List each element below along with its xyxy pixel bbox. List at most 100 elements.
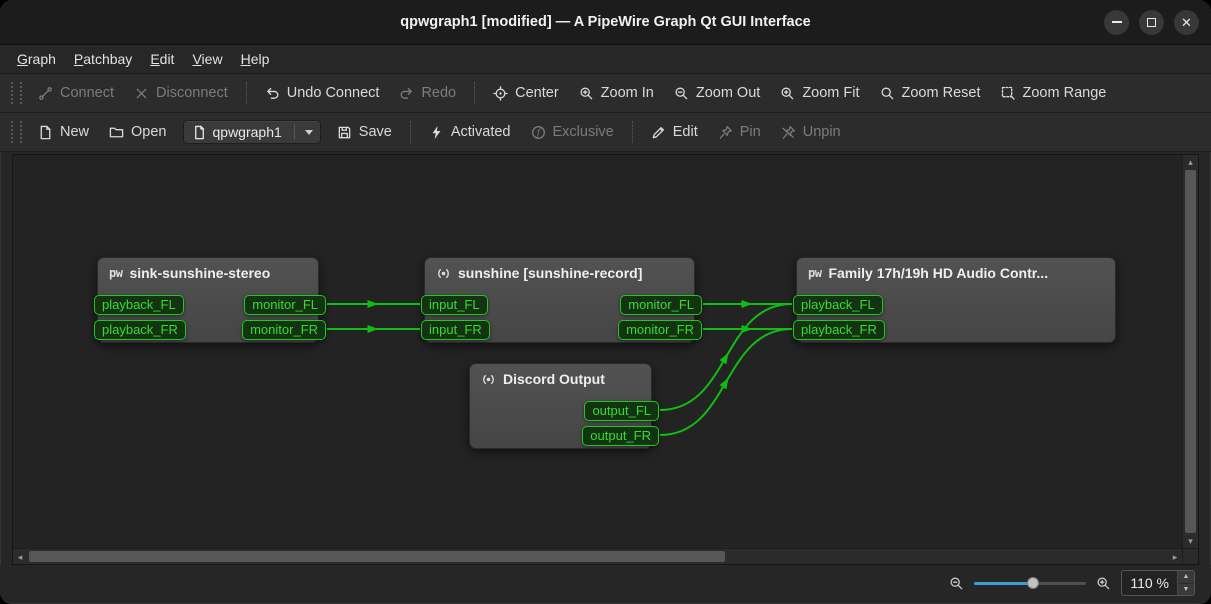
zoom-out-button[interactable]: Zoom Out xyxy=(665,80,769,106)
open-button[interactable]: Open xyxy=(100,119,175,145)
left-ports: playback_FL playback_FR xyxy=(94,295,186,340)
toolbar-button-label: Zoom Out xyxy=(696,85,760,101)
right-ports: monitor_FL monitor_FR xyxy=(618,295,702,340)
disconnect-button[interactable]: Disconnect xyxy=(125,80,237,106)
graph-canvas[interactable]: pwsink-sunshine-stereoplayback_FLplaybac… xyxy=(13,155,1182,548)
port-input_FL[interactable]: input_FL xyxy=(421,295,488,315)
toolbar-button-label: Exclusive xyxy=(553,124,614,140)
port-playback_FL[interactable]: playback_FL xyxy=(793,295,883,315)
port-playback_FL[interactable]: playback_FL xyxy=(94,295,184,315)
activated-button[interactable]: Activated xyxy=(420,119,520,145)
port-playback_FR[interactable]: playback_FR xyxy=(94,320,186,340)
toolbar-separator xyxy=(632,121,633,143)
node-title-bar[interactable]: pwFamily 17h/19h HD Audio Contr... xyxy=(797,258,1115,281)
menu-help[interactable]: Help xyxy=(232,47,279,71)
zoom-range-button[interactable]: Zoom Range xyxy=(992,80,1116,106)
zoom-value[interactable]: 110 % xyxy=(1122,571,1177,595)
vertical-scrollbar[interactable]: ▴ ▾ xyxy=(1182,155,1198,548)
toolbar-button-label: Redo xyxy=(421,85,456,101)
connection-arrow-icon xyxy=(368,325,379,333)
unpin-icon xyxy=(781,125,796,140)
node-sunshine[interactable]: sunshine [sunshine-record] input_FL input_… xyxy=(424,257,695,343)
redo-button[interactable]: Redo xyxy=(390,80,465,106)
node-family[interactable]: pwFamily 17h/19h HD Audio Contr... playba… xyxy=(796,257,1116,343)
scroll-up-button[interactable]: ▴ xyxy=(1188,155,1193,169)
menu-graph[interactable]: Graph xyxy=(8,47,65,71)
new-button[interactable]: New xyxy=(29,119,98,145)
connect-button[interactable]: Connect xyxy=(29,80,123,106)
horizontal-scrollbar-thumb[interactable] xyxy=(29,551,725,562)
left-ports: playback_FL playback_FR xyxy=(793,295,885,340)
zoom-reset-button[interactable]: Zoom Reset xyxy=(871,80,990,106)
zoom-out-small-button[interactable] xyxy=(949,576,964,591)
pin-icon xyxy=(718,125,733,140)
toolbar-handle[interactable] xyxy=(11,121,22,143)
vertical-scrollbar-thumb[interactable] xyxy=(1185,170,1196,533)
port-monitor_FL[interactable]: monitor_FL xyxy=(620,295,702,315)
toolbar-button-label: Zoom Fit xyxy=(802,85,859,101)
node-discord[interactable]: Discord Outputoutput_FLoutput_FR xyxy=(469,363,652,449)
close-button[interactable]: ✕ xyxy=(1174,10,1199,35)
scroll-right-button[interactable]: ▸ xyxy=(1168,550,1182,564)
patchbay-profile-value: qpwgraph1 xyxy=(213,124,282,140)
exclusive-button[interactable]: fExclusive xyxy=(522,119,623,145)
port-monitor_FR[interactable]: monitor_FR xyxy=(242,320,326,340)
scrollbar-corner xyxy=(1182,549,1198,564)
maximize-button[interactable] xyxy=(1139,10,1164,35)
zoom-out-icon xyxy=(674,86,689,101)
scroll-down-button[interactable]: ▾ xyxy=(1188,534,1193,548)
connection-arrow-icon xyxy=(742,300,753,308)
toolbar-patchbay: NewOpenqpwgraph1SaveActivatedfExclusiveE… xyxy=(0,113,1211,152)
save-icon xyxy=(337,125,352,140)
patchbay-profile-select[interactable]: qpwgraph1 xyxy=(183,120,321,144)
activated-icon xyxy=(429,125,444,140)
undo-connect-button[interactable]: Undo Connect xyxy=(256,80,389,106)
node-sink[interactable]: pwsink-sunshine-stereoplayback_FLplaybac… xyxy=(97,257,319,343)
toolbar-button-label: Unpin xyxy=(803,124,841,140)
save-button[interactable]: Save xyxy=(328,119,401,145)
unpin-button[interactable]: Unpin xyxy=(772,119,850,145)
node-title: Discord Output xyxy=(503,371,605,387)
menu-patchbay[interactable]: Patchbay xyxy=(65,47,141,71)
toolbar-button-label: Activated xyxy=(451,124,511,140)
zoom-in-small-button[interactable] xyxy=(1096,576,1111,591)
port-monitor_FL[interactable]: monitor_FL xyxy=(244,295,326,315)
connection-arrow-icon xyxy=(720,376,732,390)
minimize-button[interactable] xyxy=(1104,10,1129,35)
horizontal-scrollbar-track[interactable] xyxy=(27,549,1168,564)
port-monitor_FR[interactable]: monitor_FR xyxy=(618,320,702,340)
right-ports: monitor_FL monitor_FR xyxy=(242,295,326,340)
scroll-left-button[interactable]: ◂ xyxy=(13,550,27,564)
pipewire-icon: pw xyxy=(109,266,122,280)
horizontal-scrollbar[interactable]: ◂ ▸ xyxy=(13,549,1182,564)
node-title-bar[interactable]: pwsink-sunshine-stereo xyxy=(98,258,318,281)
node-title-bar[interactable]: Discord Output xyxy=(470,364,651,387)
center-button[interactable]: Center xyxy=(484,80,568,106)
port-output_FL[interactable]: output_FL xyxy=(584,401,659,421)
connections-layer xyxy=(13,155,1182,548)
pin-button[interactable]: Pin xyxy=(709,119,770,145)
node-title-bar[interactable]: sunshine [sunshine-record] xyxy=(425,258,694,281)
minimize-icon xyxy=(1112,21,1122,23)
port-playback_FR[interactable]: playback_FR xyxy=(793,320,885,340)
port-output_FR[interactable]: output_FR xyxy=(582,426,659,446)
zoom-spin-down-button[interactable]: ▼ xyxy=(1178,583,1194,596)
zoom-slider-handle[interactable] xyxy=(1027,577,1039,589)
edit-button[interactable]: Edit xyxy=(642,119,707,145)
new-file-icon xyxy=(38,125,53,140)
port-input_FR[interactable]: input_FR xyxy=(421,320,490,340)
zoom-fit-button[interactable]: Zoom Fit xyxy=(771,80,868,106)
zoom-in-button[interactable]: Zoom In xyxy=(570,80,663,106)
window-title: qpwgraph1 [modified] — A PipeWire Graph … xyxy=(400,14,810,30)
menubar: GraphPatchbayEditViewHelp xyxy=(0,45,1211,74)
zoom-spin-up-button[interactable]: ▲ xyxy=(1178,571,1194,583)
zoom-slider[interactable] xyxy=(974,575,1086,591)
toolbar-handle[interactable] xyxy=(11,82,22,104)
menu-view[interactable]: View xyxy=(183,47,231,71)
connection[interactable] xyxy=(660,329,792,435)
connection-arrow-icon xyxy=(720,351,732,365)
close-icon: ✕ xyxy=(1181,16,1192,29)
zoom-spinbox[interactable]: 110 % ▲ ▼ xyxy=(1121,570,1195,596)
toolbar-button-label: Connect xyxy=(60,85,114,101)
menu-edit[interactable]: Edit xyxy=(141,47,183,71)
